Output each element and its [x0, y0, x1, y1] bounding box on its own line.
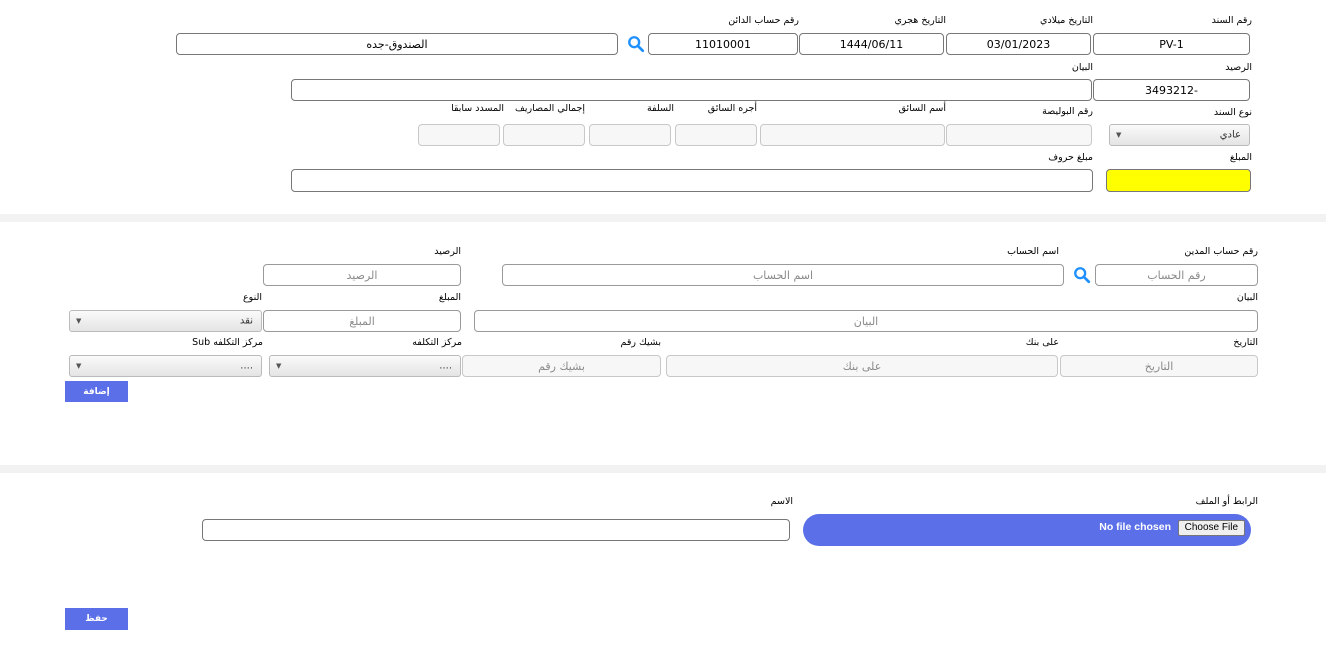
cheque-no-field[interactable] [462, 355, 661, 377]
sub-cost-center-value: .... [240, 360, 253, 372]
total-expenses-label: إجمالي المصاريف [515, 103, 585, 114]
detail-balance-field[interactable] [263, 264, 461, 286]
detail-statement-label: البيان [1236, 292, 1258, 303]
detail-amount-field[interactable] [263, 310, 461, 332]
amount-words-label: مبلغ حروف [1048, 152, 1093, 163]
debtor-account-no-field[interactable] [1095, 264, 1258, 286]
sub-cost-center-select[interactable]: .... ▼ [69, 355, 262, 377]
creditor-account-label: رقم حساب الدائن [728, 15, 799, 26]
cost-center-label: مركز التكلفه [412, 337, 462, 348]
chevron-down-icon: ▼ [76, 362, 82, 370]
cheque-no-label: بشيك رقم [620, 337, 661, 348]
gregorian-date-field[interactable] [946, 33, 1091, 55]
attachment-name-label: الاسم [770, 496, 793, 507]
advance-label: السلفة [646, 103, 674, 114]
balance-label: الرصيد [1225, 62, 1252, 73]
detail-statement-field[interactable] [474, 310, 1258, 332]
creditor-account-no-field[interactable] [648, 33, 798, 55]
balance-field[interactable] [1093, 79, 1250, 101]
cost-center-select[interactable]: .... ▼ [269, 355, 461, 377]
driver-fee-field[interactable] [675, 124, 757, 146]
amount-field[interactable] [1106, 169, 1251, 192]
hijri-date-label: التاريخ هجري [894, 15, 947, 26]
cost-center-value: .... [439, 360, 452, 372]
voucher-no-field[interactable] [1093, 33, 1250, 55]
voucher-no-label: رقم السند [1211, 15, 1252, 26]
account-name-field[interactable] [502, 264, 1064, 286]
driver-fee-label: أجره السائق [707, 103, 757, 114]
add-button[interactable]: إضافة [65, 381, 128, 402]
type-label: النوع [243, 292, 262, 303]
attachment-name-field[interactable] [202, 519, 790, 541]
detail-balance-label: الرصيد [434, 246, 461, 257]
on-bank-label: على بنك [1025, 337, 1059, 348]
previously-paid-field[interactable] [418, 124, 500, 146]
voucher-type-value: عادي [1219, 129, 1241, 141]
chevron-down-icon: ▼ [276, 362, 282, 370]
date-label: التاريخ [1233, 337, 1258, 348]
type-select[interactable]: نقد ▼ [69, 310, 262, 332]
statement-field[interactable] [291, 79, 1092, 101]
save-button[interactable]: حفظ [65, 608, 128, 630]
section-divider [0, 214, 1326, 222]
policy-no-field[interactable] [946, 124, 1092, 146]
account-name-label: اسم الحساب [1007, 246, 1059, 257]
voucher-type-select[interactable]: عادي ▼ [1109, 124, 1250, 146]
sub-cost-center-label: مركز التكلفه Sub [192, 337, 263, 348]
statement-label: البيان [1071, 62, 1093, 73]
type-value: نقد [239, 315, 253, 327]
on-bank-field[interactable] [666, 355, 1058, 377]
search-icon[interactable] [627, 35, 645, 53]
amount-label: المبلغ [1229, 152, 1252, 163]
creditor-account-name-field[interactable] [176, 33, 618, 55]
amount-words-field[interactable] [291, 169, 1093, 192]
voucher-type-label: نوع السند [1213, 107, 1252, 118]
advance-field[interactable] [589, 124, 671, 146]
driver-name-field[interactable] [760, 124, 945, 146]
previously-paid-label: المسدد سابقا [451, 103, 504, 114]
chevron-down-icon: ▼ [76, 317, 82, 325]
hijri-date-field[interactable] [799, 33, 944, 55]
date-field[interactable] [1060, 355, 1258, 377]
choose-file-button[interactable]: Choose File [1177, 520, 1245, 536]
search-icon[interactable] [1073, 266, 1091, 284]
file-status: No file chosen [1099, 521, 1171, 533]
total-expenses-field[interactable] [503, 124, 585, 146]
gregorian-date-label: التاريخ ميلادي [1040, 15, 1093, 26]
section-divider [0, 465, 1326, 473]
driver-name-label: أسم السائق [898, 103, 946, 114]
debtor-account-label: رقم حساب المدين [1184, 246, 1258, 257]
policy-no-label: رقم البوليصة [1042, 106, 1093, 117]
link-or-file-label: الرابط أو الملف [1195, 496, 1258, 507]
detail-amount-label: المبلغ [438, 292, 461, 303]
file-upload[interactable]: Choose File No file chosen [803, 514, 1251, 546]
chevron-down-icon: ▼ [1116, 131, 1122, 139]
